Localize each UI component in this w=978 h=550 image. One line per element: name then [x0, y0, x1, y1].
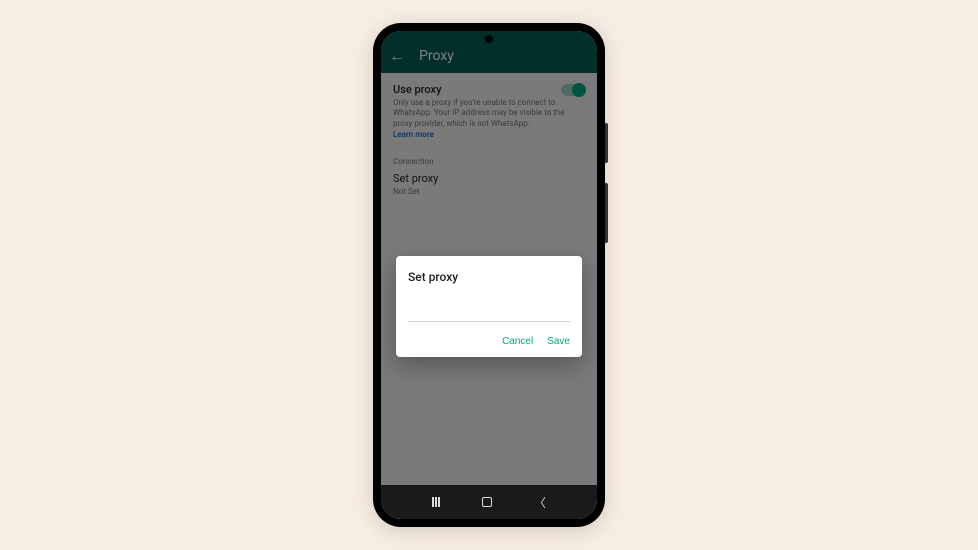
dialog-title: Set proxy — [408, 270, 570, 284]
phone-volume-button — [605, 123, 608, 163]
proxy-address-input[interactable] — [408, 308, 570, 322]
android-navbar: 〈 — [381, 485, 597, 519]
nav-back-icon[interactable]: 〈 — [534, 494, 546, 511]
phone-screen: ← Proxy Use proxy Only use a proxy if yo… — [381, 31, 597, 519]
set-proxy-dialog: Set proxy Cancel Save — [396, 256, 582, 357]
dialog-buttons: Cancel Save — [408, 336, 570, 347]
app-content: ← Proxy Use proxy Only use a proxy if yo… — [381, 31, 597, 519]
phone-power-button — [605, 183, 608, 243]
cancel-button[interactable]: Cancel — [502, 336, 533, 347]
nav-home-icon[interactable] — [482, 497, 492, 507]
save-button[interactable]: Save — [547, 336, 570, 347]
phone-frame: ← Proxy Use proxy Only use a proxy if yo… — [373, 23, 605, 527]
camera-notch — [485, 35, 493, 43]
nav-recent-icon[interactable] — [432, 497, 440, 507]
